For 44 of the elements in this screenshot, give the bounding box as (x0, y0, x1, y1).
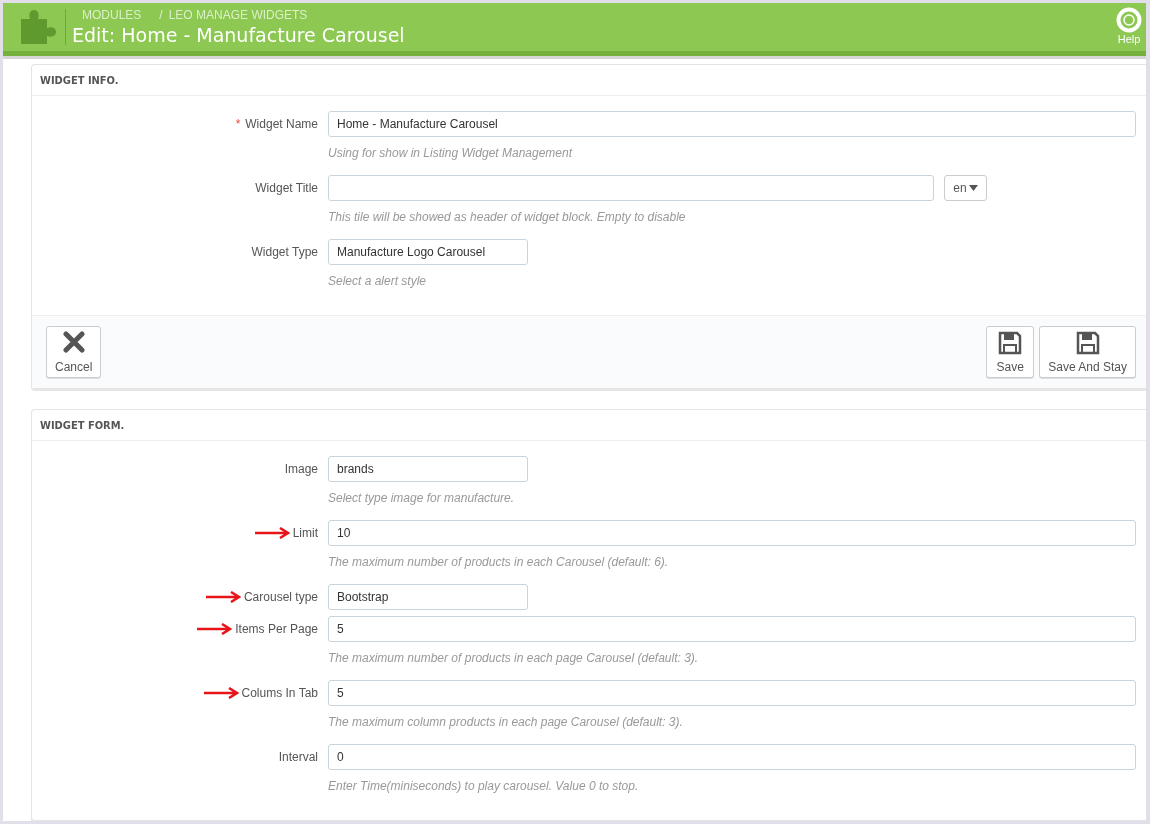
required-mark: * (235, 117, 241, 131)
field-label: Widget Name (245, 117, 318, 131)
help-text: Select type image for manufacture. (328, 490, 516, 506)
page-title: Edit: Home - Manufacture Carousel (72, 24, 406, 46)
language-button[interactable]: en (944, 175, 987, 201)
arrow-icon (202, 687, 239, 699)
text-field[interactable]: 5 (328, 680, 1136, 706)
text-field[interactable]: 5 (328, 616, 1136, 642)
help-text: Using for show in Listing Widget Management (328, 145, 574, 161)
help-text: The maximum number of products in each Carousel (default: 6). (328, 554, 670, 570)
panel-title: WIDGET INFO. (32, 65, 1146, 96)
save-and-stay-button[interactable]: Save And Stay (1039, 326, 1136, 378)
breadcrumb-separator: / (159, 8, 163, 22)
cancel-button[interactable]: Cancel (46, 326, 102, 378)
help-text: Select a alert style (328, 273, 428, 289)
text-field[interactable]: 0 (328, 744, 1136, 770)
field-label: Colums In Tab (241, 686, 318, 700)
select-field[interactable]: Manufacture Logo Carousel (328, 239, 528, 265)
text-field[interactable] (328, 175, 934, 201)
field-label: Image (284, 462, 318, 476)
text-field[interactable]: Home - Manufacture Carousel (328, 111, 1136, 137)
field-label: Interval (278, 750, 318, 764)
help-text: This tile will be showed as header of widget block. Empty to disable (328, 209, 687, 225)
close-icon (62, 331, 85, 353)
caret-icon (968, 185, 978, 191)
puzzle-icon (19, 9, 59, 45)
help-text: The maximum column products in each page Carousel (default: 3). (328, 714, 684, 730)
select-field[interactable]: brands (328, 456, 528, 482)
text-field[interactable]: 10 (328, 520, 1136, 546)
help-text: Enter Time(miniseconds) to play carousel. Value 0 to stop. (328, 778, 640, 794)
help-text: The maximum number of products in each page Carousel (default: 3). (328, 650, 700, 666)
field-label: Widget Title (255, 181, 318, 195)
arrow-icon (204, 591, 241, 603)
save-icon (998, 331, 1023, 355)
arrow-icon (253, 527, 290, 539)
save-button[interactable]: Save (986, 326, 1035, 378)
field-label: Limit (292, 526, 318, 540)
save-icon (1075, 331, 1100, 355)
panel-title: WIDGET FORM. (32, 410, 1146, 441)
field-label: Widget Type (251, 245, 318, 259)
field-label: Carousel type (243, 590, 318, 604)
select-field[interactable]: Bootstrap (328, 584, 528, 610)
arrow-icon (196, 623, 233, 635)
field-label: Items Per Page (235, 622, 318, 636)
